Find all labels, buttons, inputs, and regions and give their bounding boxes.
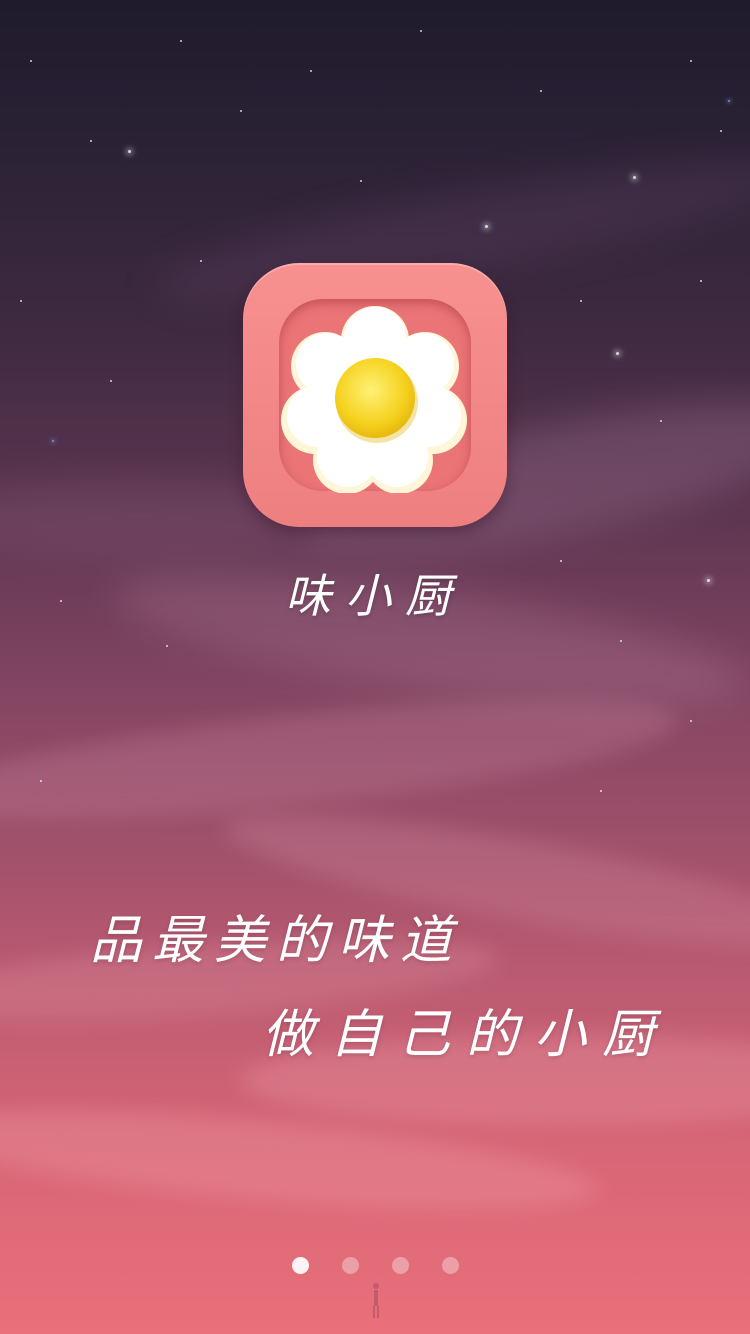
star-field (0, 0, 750, 1334)
slogan-line-2: 做自己的小厨 (262, 1005, 671, 1065)
page-dot-1[interactable] (291, 1257, 309, 1274)
page-dot-3[interactable] (391, 1257, 409, 1274)
page-indicator (0, 1257, 750, 1274)
app-icon (243, 263, 507, 527)
slogan-line-1: 品最美的味道 (90, 911, 463, 971)
silhouette-figure-icon (373, 1283, 379, 1318)
app-name-title: 味小厨 (285, 569, 465, 623)
page-dot-4[interactable] (441, 1257, 459, 1274)
page-dot-2[interactable] (341, 1257, 359, 1274)
fried-egg-flower-icon (281, 306, 467, 493)
splash-screen: 味小厨 品最美的味道 做自己的小厨 (0, 0, 750, 1334)
